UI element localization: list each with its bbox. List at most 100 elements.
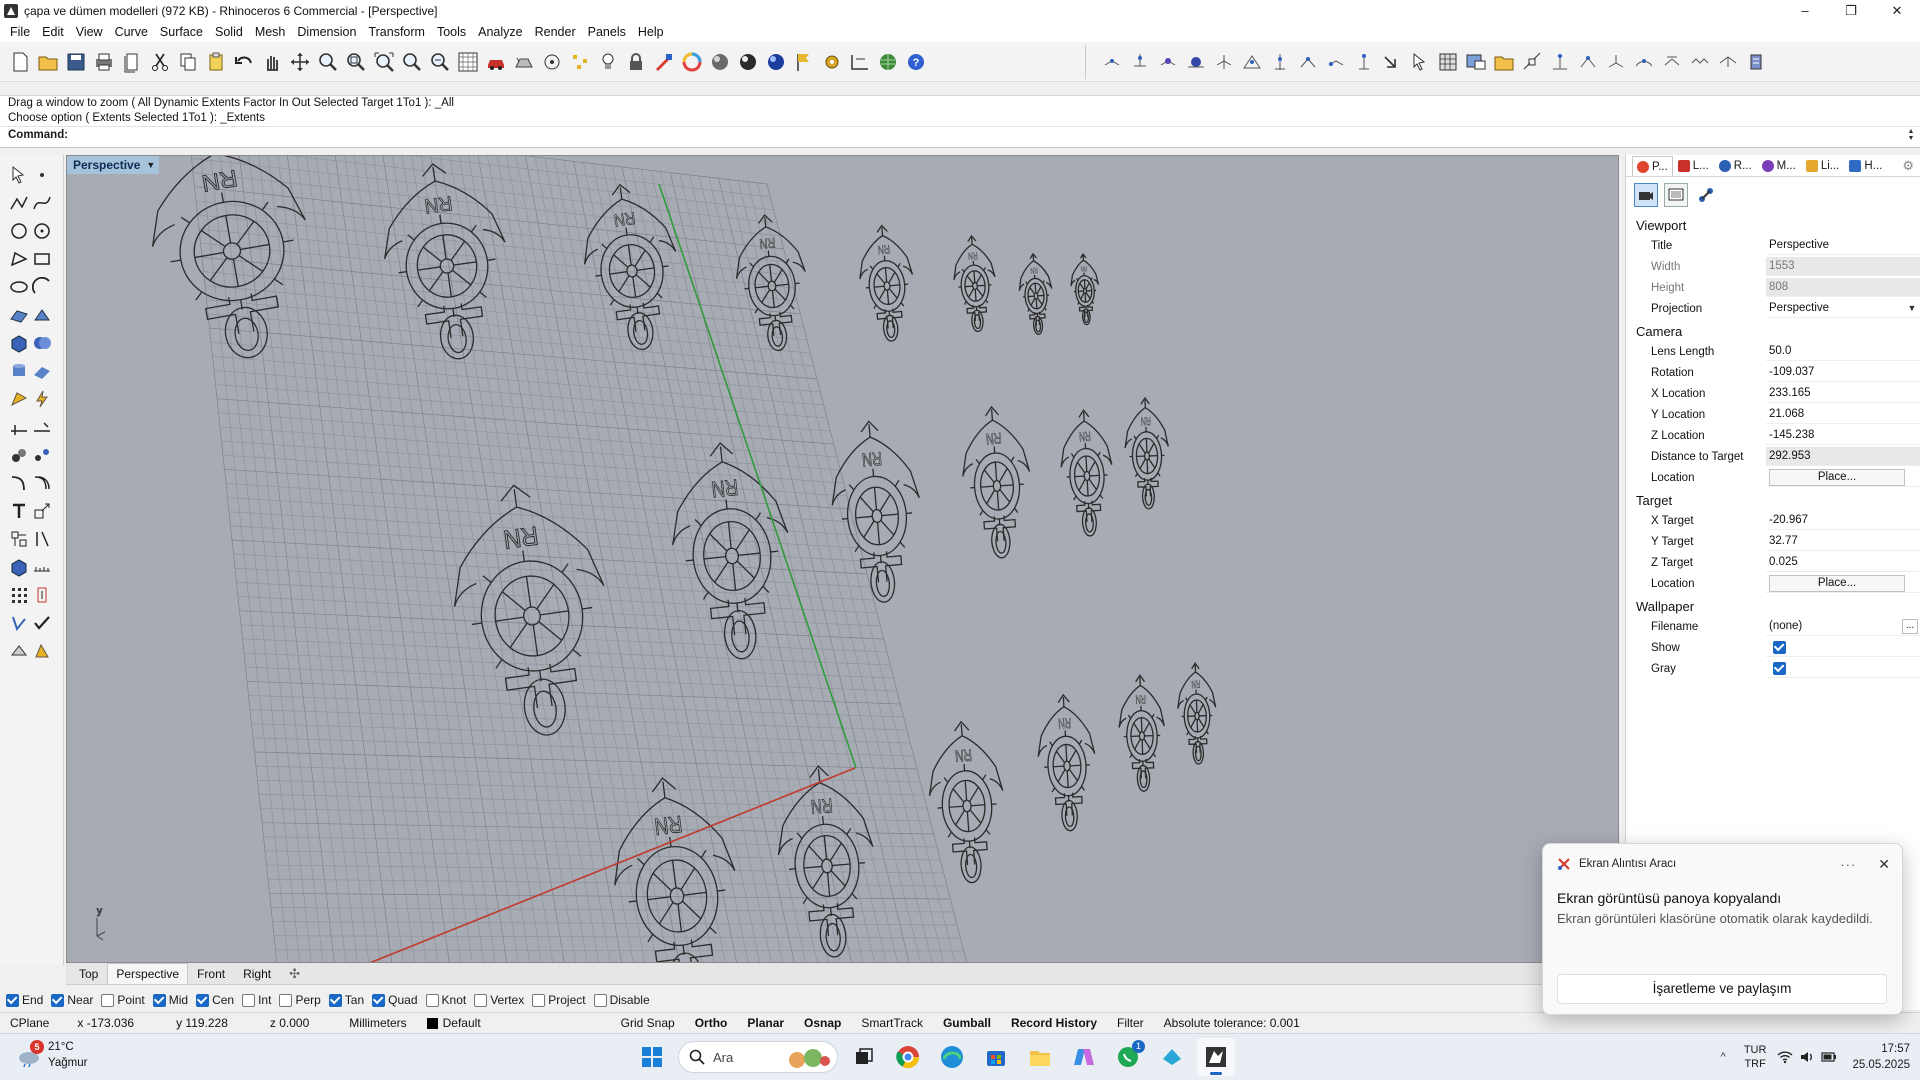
wifi-icon[interactable]: [1777, 1049, 1793, 1065]
cut-icon[interactable]: [148, 50, 172, 74]
start-windows-icon[interactable]: [633, 1038, 671, 1076]
tab-libraries[interactable]: Li...: [1801, 156, 1845, 176]
smash-icon[interactable]: [1716, 50, 1740, 74]
extrude-icon[interactable]: [31, 303, 54, 327]
y-location-field[interactable]: 21.068: [1766, 405, 1920, 424]
units-status[interactable]: Millimeters: [339, 1016, 416, 1030]
plane-icon[interactable]: [31, 359, 54, 383]
nodes-icon[interactable]: [1694, 183, 1718, 207]
chrome-icon[interactable]: [889, 1038, 927, 1076]
ellipse-icon[interactable]: [8, 275, 31, 299]
mirror-icon[interactable]: [1212, 50, 1236, 74]
boolean-icon[interactable]: [31, 331, 54, 355]
viewport-menu-caret-icon[interactable]: ▼: [146, 160, 155, 170]
check-icon[interactable]: [31, 611, 54, 635]
new-file-icon[interactable]: [8, 50, 32, 74]
osnap-project[interactable]: Project: [532, 993, 586, 1007]
splop-icon[interactable]: [1660, 50, 1684, 74]
close-button[interactable]: ✕: [1874, 0, 1920, 22]
panel-settings-gear-icon[interactable]: ⚙: [1902, 156, 1914, 176]
camera-icon[interactable]: [1634, 183, 1658, 207]
flow-icon[interactable]: [1632, 50, 1656, 74]
show-hidden-icons[interactable]: ^: [1721, 1051, 1726, 1063]
osnap-project-checkbox[interactable]: [532, 993, 546, 1007]
menu-transform[interactable]: Transform: [362, 22, 431, 42]
tab-materials[interactable]: M...: [1757, 156, 1801, 176]
zoom-selected-icon[interactable]: [400, 50, 424, 74]
command-input[interactable]: [72, 129, 1920, 141]
move-view-icon[interactable]: [288, 50, 312, 74]
osnap-point-checkbox[interactable]: [101, 993, 115, 1007]
four-viewports-icon[interactable]: [456, 50, 480, 74]
solid-tools-icon[interactable]: [8, 555, 31, 579]
tab-front[interactable]: Front: [188, 963, 234, 985]
grid-table-icon[interactable]: [1436, 50, 1460, 74]
zoom-dynamic-icon[interactable]: [316, 50, 340, 74]
record-history-toggle[interactable]: Record History: [1001, 1016, 1107, 1030]
select-arrow-icon[interactable]: [8, 163, 31, 187]
tab-render[interactable]: R...: [1714, 156, 1757, 176]
globe-icon[interactable]: [876, 50, 900, 74]
undo-view-icon[interactable]: [428, 50, 452, 74]
layer-lock-icon[interactable]: [624, 50, 648, 74]
paste-icon[interactable]: [204, 50, 228, 74]
perspective-viewport[interactable]: RN RN RN RN RN RN RN RN RN RN RN RN RN RN RN RN RN RN RN RN…: [66, 155, 1619, 963]
viewport-title[interactable]: Perspective: [73, 158, 140, 172]
group-icon[interactable]: [8, 443, 31, 467]
fillet-icon[interactable]: [8, 471, 31, 495]
more-options-icon[interactable]: ···: [1840, 857, 1856, 872]
z-location-field[interactable]: -145.238: [1766, 426, 1920, 445]
open-folder-icon[interactable]: [36, 50, 60, 74]
feedback-app-icon[interactable]: [1153, 1038, 1191, 1076]
rendered-sphere-icon[interactable]: [736, 50, 760, 74]
menu-analyze[interactable]: Analyze: [472, 22, 528, 42]
shaded-sphere-icon[interactable]: [708, 50, 732, 74]
toolbar-options-icon[interactable]: [1744, 50, 1768, 74]
add-viewport-tab-icon[interactable]: ✣: [280, 963, 309, 985]
tab-right[interactable]: Right: [234, 963, 280, 985]
show-checkbox[interactable]: [1773, 640, 1786, 654]
osnap-disable-checkbox[interactable]: [593, 993, 607, 1007]
lens-length-field[interactable]: 50.0: [1766, 342, 1920, 361]
osnap-mid[interactable]: Mid: [152, 993, 188, 1007]
osnap-toggle[interactable]: Osnap: [794, 1016, 851, 1030]
osnap-quad-checkbox[interactable]: [372, 993, 386, 1007]
gumball-toggle[interactable]: Gumball: [933, 1016, 1001, 1030]
ortho-toggle[interactable]: Ortho: [685, 1016, 738, 1030]
menu-dimension[interactable]: Dimension: [291, 22, 362, 42]
orient-icon[interactable]: [1296, 50, 1320, 74]
osnap-end-checkbox[interactable]: [6, 993, 19, 1007]
ruler-icon[interactable]: [31, 555, 54, 579]
file-explorer-icon[interactable]: [1021, 1038, 1059, 1076]
orient-on-surface-icon[interactable]: [1604, 50, 1628, 74]
osnap-perp[interactable]: Perp: [279, 993, 321, 1007]
zoom-window-icon[interactable]: [344, 50, 368, 74]
scale-tool-icon[interactable]: [31, 499, 54, 523]
edge-icon[interactable]: [933, 1038, 971, 1076]
language-indicator[interactable]: TUR TRF: [1744, 1043, 1767, 1071]
lightning-icon[interactable]: [31, 387, 54, 411]
explode-icon[interactable]: [1520, 50, 1544, 74]
tab-layers[interactable]: L...: [1673, 156, 1714, 176]
scale-icon[interactable]: [1184, 50, 1208, 74]
menu-panels[interactable]: Panels: [582, 22, 632, 42]
display-icon[interactable]: [1664, 183, 1688, 207]
target-icon[interactable]: [540, 50, 564, 74]
curve-icon[interactable]: [31, 191, 54, 215]
select-filter-icon[interactable]: [512, 50, 536, 74]
tab-properties[interactable]: P...: [1632, 156, 1673, 176]
weather-widget[interactable]: 5 21°C Yağmur: [16, 1039, 87, 1071]
select-arrow-icon[interactable]: [1408, 50, 1432, 74]
analysis-flag-icon[interactable]: [792, 50, 816, 74]
dimension-tool-icon[interactable]: [8, 415, 31, 439]
title-field[interactable]: Perspective: [1766, 236, 1920, 255]
menu-curve[interactable]: Curve: [109, 22, 154, 42]
menu-view[interactable]: View: [70, 22, 109, 42]
color-wheel-icon[interactable]: [680, 50, 704, 74]
command-scroll-arrows[interactable]: ▲ ▼: [1906, 128, 1916, 142]
copy-object-icon[interactable]: [1128, 50, 1152, 74]
markup-share-button[interactable]: İşaretleme ve paylaşım: [1557, 974, 1887, 1004]
layer-status[interactable]: Default: [417, 1016, 491, 1030]
render-tool-icon[interactable]: [31, 639, 54, 663]
cplane-status[interactable]: CPlane: [0, 1016, 59, 1030]
